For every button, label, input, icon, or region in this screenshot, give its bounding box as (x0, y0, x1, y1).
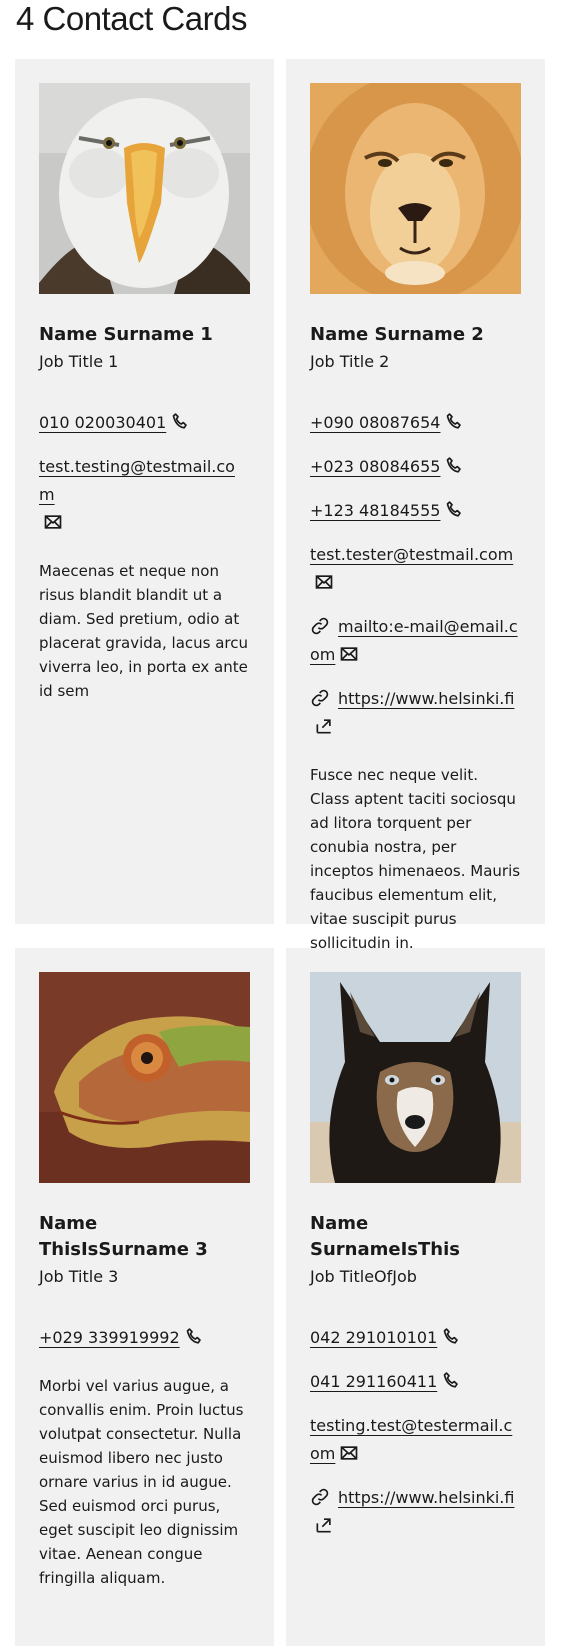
email-row: test.testing@testmail.com (39, 453, 250, 537)
phone-icon (447, 457, 462, 473)
email-row: test.tester@testmail.com (310, 541, 521, 597)
card-name: Name Surname 1 (39, 324, 213, 345)
phone-link[interactable]: +123 48184555 (310, 501, 440, 520)
contact-card-3: Name ThisIsSurname 3 Job Title 3 +029 33… (15, 948, 274, 1646)
url-row: https://www.helsinki.fi (310, 1484, 521, 1540)
link-icon (311, 689, 329, 707)
card-name: Name ThisIsSurname 3 (39, 1213, 208, 1260)
email-link[interactable]: test.testing@testmail.com (39, 457, 235, 504)
phone-link[interactable]: 041 291160411 (310, 1372, 437, 1391)
phone-link[interactable]: +023 08084655 (310, 457, 440, 476)
phone-row: 041 291160411 (310, 1368, 521, 1396)
contact-cards-page: 4 Contact Cards Name Surname 1 Job Title… (0, 0, 576, 1646)
lion-photo (310, 83, 521, 294)
url-link[interactable]: https://www.helsinki.fi (338, 689, 514, 708)
phone-row: +090 08087654 (310, 409, 521, 437)
card-job-title: Job TitleOfJob (310, 1267, 417, 1286)
mailto-row: mailto:e-mail@email.com (310, 613, 521, 669)
envelope-icon (315, 575, 333, 589)
contact-card-2: Name Surname 2 Job Title 2 +090 08087654… (286, 59, 545, 952)
card-description: Fusce nec neque velit. Class aptent taci… (310, 766, 521, 952)
external-link-icon (316, 1518, 331, 1533)
phone-row: 010 020030401 (39, 409, 250, 437)
eagle-photo (39, 83, 250, 294)
card-job-title: Job Title 1 (39, 352, 119, 371)
email-row: testing.test@testermail.com (310, 1412, 521, 1468)
phone-row: +023 08084655 (310, 453, 521, 481)
husky-photo (310, 972, 521, 1183)
card-name: Name SurnameIsThis (310, 1213, 460, 1260)
email-link[interactable]: test.tester@testmail.com (310, 545, 513, 564)
card-description: Morbi vel varius augue, a convallis enim… (39, 1377, 244, 1587)
card-description: Maecenas et neque non risus blandit blan… (39, 562, 249, 700)
envelope-icon (44, 515, 62, 529)
phone-link[interactable]: +029 339919992 (39, 1328, 180, 1347)
phone-link[interactable]: +090 08087654 (310, 413, 440, 432)
phone-link[interactable]: 010 020030401 (39, 413, 166, 432)
envelope-icon (341, 647, 358, 661)
page-title: 4 Contact Cards (16, 0, 247, 37)
card-name: Name Surname 2 (310, 324, 484, 345)
url-link[interactable]: https://www.helsinki.fi (338, 1488, 514, 1507)
envelope-icon (341, 1446, 358, 1460)
contact-card-4: Name SurnameIsThis Job TitleOfJob 042 29… (286, 948, 545, 1646)
phone-row: 042 291010101 (310, 1324, 521, 1352)
link-icon (311, 1488, 329, 1506)
phone-icon (443, 1328, 459, 1344)
contact-card-1: Name Surname 1 Job Title 1 010 020030401… (15, 59, 274, 924)
phone-icon (447, 501, 462, 517)
url-row: https://www.helsinki.fi (310, 685, 521, 741)
phone-link[interactable]: 042 291010101 (310, 1328, 437, 1347)
phone-icon (447, 413, 462, 429)
phone-row: +123 48184555 (310, 497, 521, 525)
external-link-icon (316, 719, 331, 734)
phone-icon (172, 413, 188, 429)
phone-icon (443, 1372, 459, 1388)
phone-row: +029 339919992 (39, 1324, 250, 1352)
link-icon (311, 617, 329, 635)
phone-icon (186, 1328, 201, 1344)
card-job-title: Job Title 3 (39, 1267, 119, 1286)
chameleon-photo (39, 972, 250, 1183)
card-job-title: Job Title 2 (310, 352, 390, 371)
